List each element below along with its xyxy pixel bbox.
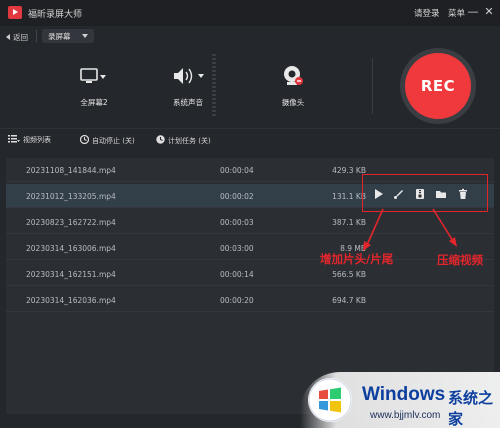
file-size: 131.1 KB — [332, 192, 366, 201]
camera-label: 摄像头 — [281, 98, 305, 107]
volume-meter — [212, 54, 216, 118]
video-list-button[interactable]: 视频列表 — [8, 135, 51, 145]
audio-selector[interactable]: 系统声音 — [148, 46, 228, 126]
chevron-down-icon — [82, 34, 88, 38]
file-duration: 00:00:02 — [220, 192, 254, 201]
mode-select-value: 录屏幕 — [48, 32, 71, 41]
watermark-brand: Windows — [362, 384, 446, 405]
speaker-icon — [174, 68, 204, 84]
auto-stop-label: 自动停止 (关) — [92, 137, 135, 145]
watermark-brand-cn: 系统之家 — [448, 389, 494, 428]
file-name: 20230314_163006.mp4 — [26, 244, 116, 253]
close-button[interactable]: ✕ — [482, 5, 496, 19]
file-size: 694.7 KB — [332, 296, 366, 305]
annotation-intro-outro: 增加片头/片尾 — [320, 252, 394, 266]
windows-logo-icon — [308, 378, 352, 422]
app-logo-icon — [8, 6, 22, 19]
clock-icon — [80, 135, 89, 144]
menu-button[interactable]: 菜单 — [448, 7, 465, 19]
divider — [36, 30, 37, 42]
minimize-button[interactable]: — — [466, 5, 480, 19]
annotation-compress: 压缩视频 — [437, 253, 483, 267]
auto-stop-button[interactable]: 自动停止 (关) — [80, 135, 135, 146]
watermark: Windows 系统之家 www.bjjmlv.com — [300, 372, 500, 428]
schedule-icon — [156, 135, 165, 144]
file-duration: 00:03:00 — [220, 244, 254, 253]
watermark-url: www.bjjmlv.com — [370, 410, 441, 421]
camera-icon — [284, 66, 303, 85]
file-size: 429.3 KB — [332, 166, 366, 175]
file-duration: 00:00:03 — [220, 218, 254, 227]
screen-selector[interactable]: 全屏幕2 — [54, 46, 134, 126]
annotation-arrows — [363, 208, 457, 251]
mode-select[interactable]: 录屏幕 — [42, 29, 94, 43]
back-button[interactable]: 返回 — [6, 32, 28, 43]
video-list-label: 视频列表 — [23, 136, 51, 144]
file-duration: 00:00:14 — [220, 270, 254, 279]
compress-icon[interactable] — [414, 188, 426, 200]
schedule-button[interactable]: 计划任务 (关) — [156, 135, 211, 146]
file-duration: 00:00:04 — [220, 166, 254, 175]
capture-controls: 全屏幕2 系统声音 摄像头 REC — [0, 46, 500, 126]
file-size: 566.5 KB — [332, 270, 366, 279]
edit-icon[interactable] — [393, 188, 405, 200]
table-row[interactable]: 20230314_162036.mp4 00:00:20 694.7 KB — [6, 288, 494, 312]
audio-label: 系统声音 — [173, 98, 203, 107]
folder-icon[interactable] — [435, 188, 447, 200]
schedule-label: 计划任务 (关) — [168, 137, 211, 145]
rec-button[interactable]: REC — [405, 53, 471, 119]
file-duration: 00:00:20 — [220, 296, 254, 305]
rec-button-ring: REC — [400, 48, 476, 124]
monitor-icon — [80, 68, 106, 83]
play-icon[interactable] — [373, 188, 385, 200]
title-bar: 福昕录屏大师 请登录 菜单 — ✕ — [0, 0, 500, 26]
list-toolbar: 视频列表 自动停止 (关) 计划任务 (关) — [0, 128, 500, 150]
app-title: 福昕录屏大师 — [28, 10, 83, 20]
file-name: 20231108_141844.mp4 — [26, 166, 116, 175]
login-link[interactable]: 请登录 — [414, 7, 440, 19]
file-name: 20230314_162036.mp4 — [26, 296, 116, 305]
table-row[interactable]: 20230314_162151.mp4 00:00:14 566.5 KB — [6, 262, 494, 286]
file-name: 20230314_162151.mp4 — [26, 270, 116, 279]
file-name: 20230823_162722.mp4 — [26, 218, 116, 227]
divider — [372, 58, 373, 114]
camera-toggle[interactable]: 摄像头 — [253, 46, 333, 126]
delete-icon[interactable] — [457, 188, 469, 200]
list-icon — [8, 135, 20, 143]
sub-bar: 返回 录屏幕 — [0, 26, 500, 46]
file-name: 20231012_133205.mp4 — [26, 192, 116, 201]
screen-label: 全屏幕2 — [80, 98, 108, 107]
